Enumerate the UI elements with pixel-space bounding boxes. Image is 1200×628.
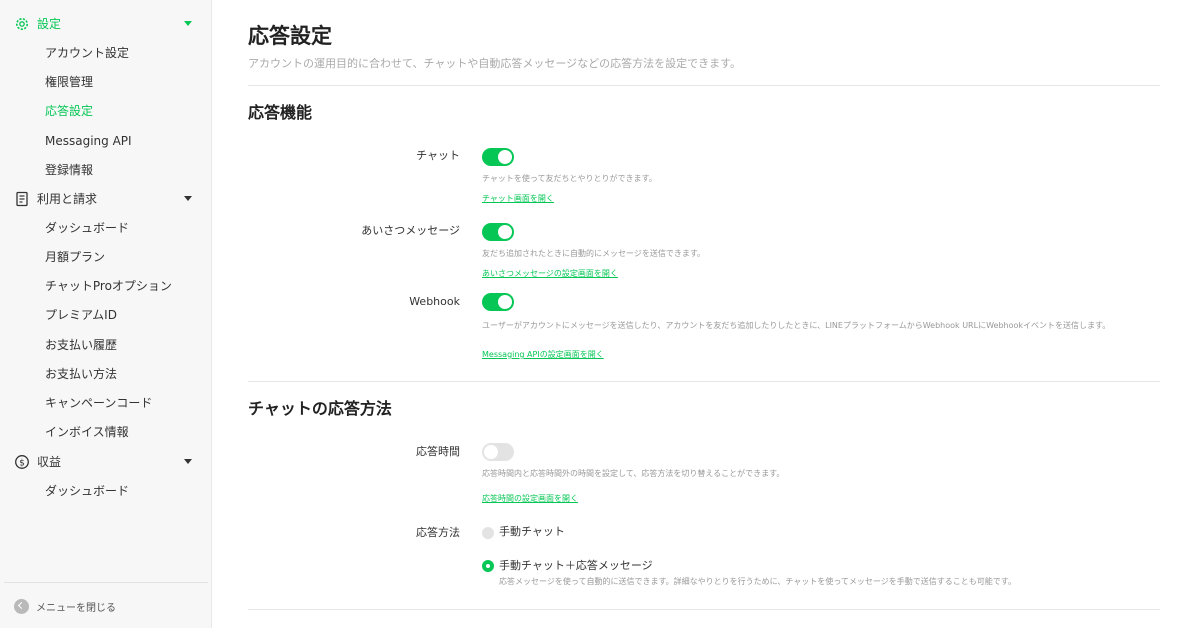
manual-chat-auto-response-help-text: 応答メッセージを使って自動的に送信できます。詳細なやりとりを行うために、チャット…	[499, 577, 1016, 586]
sidebar-item-registration-info[interactable]: 登録情報	[45, 160, 205, 180]
open-messaging-api-settings-link[interactable]: Messaging APIの設定画面を開く	[482, 349, 604, 360]
close-menu-button[interactable]: メニューを閉じる	[14, 598, 116, 614]
divider	[248, 85, 1160, 86]
sidebar-item-campaign-code[interactable]: キャンペーンコード	[45, 393, 205, 413]
toggle-knob	[498, 150, 512, 164]
chevron-down-icon	[184, 459, 192, 464]
sidebar: 設定 アカウント設定 権限管理 応答設定 Messaging API 登録情報 …	[0, 0, 212, 628]
sidebar-group-billing[interactable]: 利用と請求	[0, 185, 212, 213]
sidebar-item-invoice-info[interactable]: インボイス情報	[45, 422, 205, 442]
webhook-label: Webhook	[409, 295, 460, 308]
manual-chat-option-label[interactable]: 手動チャット	[499, 525, 565, 539]
open-response-hours-settings-link[interactable]: 応答時間の設定画面を開く	[482, 493, 578, 504]
sidebar-item-premium-id[interactable]: プレミアムID	[45, 305, 205, 325]
greeting-toggle[interactable]	[482, 223, 514, 241]
webhook-toggle[interactable]	[482, 293, 514, 311]
gear-icon	[16, 18, 28, 30]
chevron-down-icon	[184, 196, 192, 201]
sidebar-group-label: 設定	[37, 17, 62, 31]
page-title: 応答設定	[248, 24, 332, 48]
divider	[248, 609, 1160, 610]
greeting-label: あいさつメッセージ	[361, 224, 460, 237]
sidebar-item-messaging-api[interactable]: Messaging API	[45, 131, 205, 151]
response-hours-label: 応答時間	[416, 445, 460, 458]
section-title-chat-method: チャットの応答方法	[248, 399, 392, 418]
response-hours-help-text: 応答時間内と応答時間外の時間を設定して、応答方法を切り替えることができます。	[482, 469, 785, 478]
section-title-features: 応答機能	[248, 103, 313, 122]
greeting-help-text: 友だち追加されたときに自動的にメッセージを送信できます。	[482, 249, 706, 258]
sidebar-item-monthly-plan[interactable]: 月額プラン	[45, 247, 205, 267]
sidebar-item-payment-method[interactable]: お支払い方法	[45, 364, 205, 384]
toggle-knob	[484, 445, 498, 459]
manual-chat-radio[interactable]	[482, 527, 494, 539]
chevron-left-icon	[14, 598, 29, 614]
sidebar-group-label: 収益	[37, 455, 62, 469]
chevron-down-icon	[184, 21, 192, 26]
toggle-knob	[498, 295, 512, 309]
open-chat-link[interactable]: チャット画面を開く	[482, 193, 554, 204]
toggle-knob	[498, 225, 512, 239]
sidebar-item-revenue-dashboard[interactable]: ダッシュボード	[45, 481, 205, 501]
sidebar-item-payment-history[interactable]: お支払い履歴	[45, 335, 205, 355]
sidebar-item-account-settings[interactable]: アカウント設定	[45, 43, 205, 63]
svg-text:$: $	[19, 458, 25, 468]
sidebar-item-chat-pro-option[interactable]: チャットProオプション	[45, 276, 205, 296]
chat-help-text: チャットを使って友だちとやりとりができます。	[482, 174, 657, 183]
chat-label: チャット	[416, 149, 460, 162]
billing-icon	[16, 191, 28, 207]
open-greeting-settings-link[interactable]: あいさつメッセージの設定画面を開く	[482, 268, 618, 279]
sidebar-item-response-settings[interactable]: 応答設定	[45, 101, 205, 121]
webhook-help-text: ユーザーがアカウントにメッセージを送信したり、アカウントを友だち追加したりしたと…	[482, 321, 1111, 330]
chat-toggle[interactable]	[482, 148, 514, 166]
response-method-label: 応答方法	[416, 526, 460, 539]
dollar-icon: $	[15, 455, 29, 469]
response-hours-toggle[interactable]	[482, 443, 514, 461]
sidebar-item-permissions[interactable]: 権限管理	[45, 72, 205, 92]
manual-chat-auto-response-radio[interactable]	[482, 560, 494, 572]
sidebar-divider	[4, 582, 208, 583]
page-description: アカウントの運用目的に合わせて、チャットや自動応答メッセージなどの応答方法を設定…	[248, 57, 742, 70]
manual-chat-auto-response-option-label[interactable]: 手動チャット＋応答メッセージ	[499, 559, 653, 573]
sidebar-group-settings[interactable]: 設定	[0, 10, 212, 38]
divider	[248, 381, 1160, 382]
sidebar-group-label: 利用と請求	[37, 192, 98, 206]
sidebar-item-dashboard[interactable]: ダッシュボード	[45, 218, 205, 238]
sidebar-group-revenue[interactable]: $ 収益	[0, 448, 212, 476]
close-menu-label: メニューを閉じる	[36, 602, 116, 614]
